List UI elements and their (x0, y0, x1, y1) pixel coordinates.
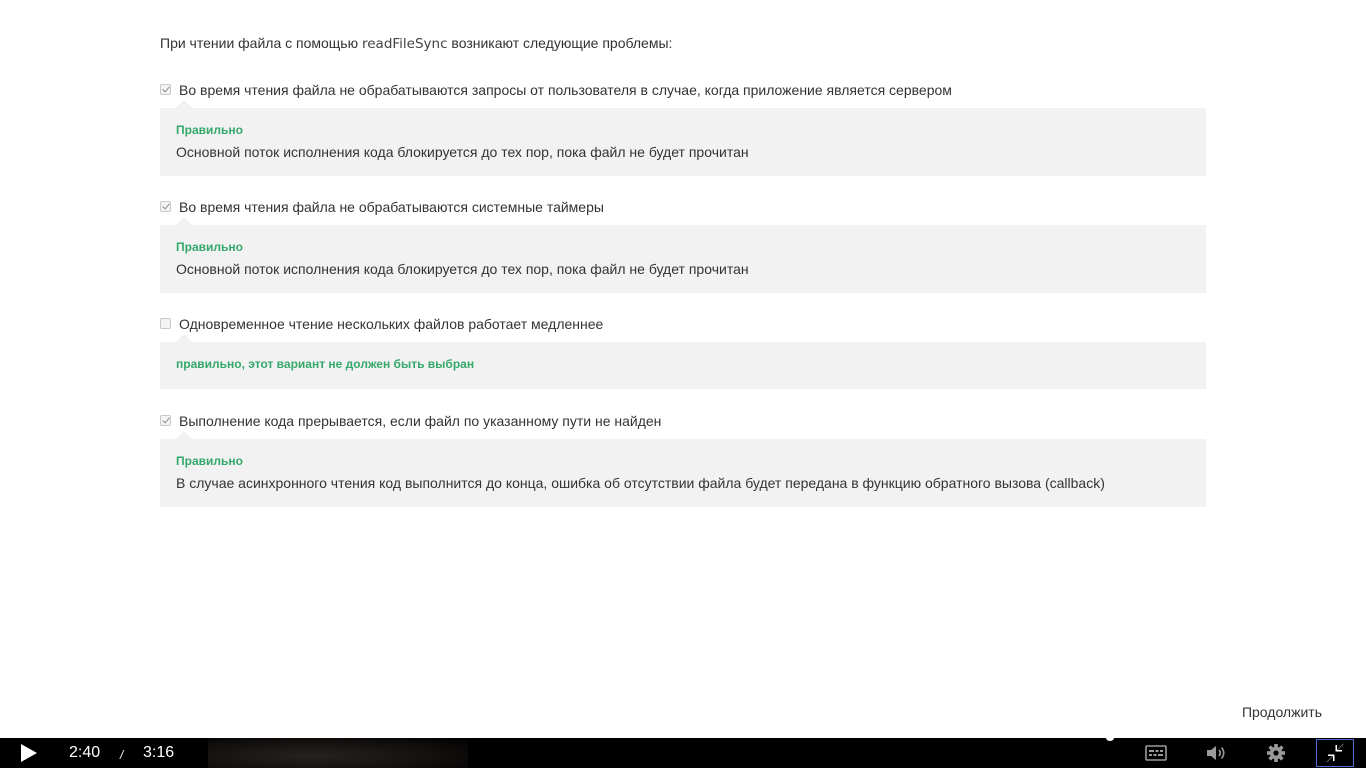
progress-scrubber-handle[interactable] (1106, 738, 1114, 741)
exit-fullscreen-icon (1326, 743, 1344, 763)
option-checkbox[interactable] (160, 200, 171, 212)
question-prefix: При чтении файла с помощью (160, 35, 362, 51)
question-suffix: возникают следующие проблемы: (447, 35, 673, 51)
option-feedback: Правильно В случае асинхронного чтения к… (160, 431, 1206, 507)
feedback-explanation: Основной поток исполнения кода блокирует… (176, 261, 749, 277)
captions-button[interactable] (1144, 742, 1168, 764)
feedback-explanation: Основной поток исполнения кода блокирует… (176, 144, 749, 160)
option-checkbox[interactable] (160, 414, 171, 426)
option-feedback: правильно, этот вариант не должен быть в… (160, 334, 1206, 389)
option-1: Во время чтения файла не обрабатываются … (160, 81, 1206, 176)
option-2: Во время чтения файла не обрабатываются … (160, 198, 1206, 293)
time-separator: / (120, 748, 124, 762)
option-label: Выполнение кода прерывается, если файл п… (179, 413, 662, 429)
feedback-explanation: В случае асинхронного чтения код выполни… (176, 475, 1105, 491)
quiz-container: При чтении файла с помощью readFileSync … (160, 34, 1206, 507)
question-text: При чтении файла с помощью readFileSync … (160, 34, 1206, 52)
option-feedback: Правильно Основной поток исполнения кода… (160, 217, 1206, 293)
current-time: 2:40 (69, 744, 101, 761)
option-3: Одновременное чтение нескольких файлов р… (160, 315, 1206, 389)
option-row[interactable]: Выполнение кода прерывается, если файл п… (160, 412, 1206, 430)
option-label: Во время чтения файла не обрабатываются … (179, 82, 952, 98)
option-row[interactable]: Во время чтения файла не обрабатываются … (160, 81, 1206, 99)
gear-icon (1267, 744, 1285, 762)
option-row[interactable]: Одновременное чтение нескольких файлов р… (160, 315, 1206, 333)
total-time: 3:16 (143, 744, 175, 761)
exit-fullscreen-button[interactable] (1316, 739, 1354, 767)
volume-icon (1207, 746, 1225, 760)
play-icon (21, 744, 37, 762)
option-feedback: Правильно Основной поток исполнения кода… (160, 100, 1206, 176)
volume-button[interactable] (1204, 742, 1228, 764)
option-checkbox[interactable] (160, 317, 171, 329)
feedback-verdict: Правильно (176, 123, 243, 137)
feedback-verdict: правильно, этот вариант не должен быть в… (176, 357, 475, 371)
video-frame-background (208, 738, 468, 768)
option-label: Одновременное чтение нескольких файлов р… (179, 316, 604, 332)
option-checkbox[interactable] (160, 83, 171, 95)
continue-button[interactable]: Продолжить (1242, 704, 1322, 720)
feedback-verdict: Правильно (176, 240, 243, 254)
option-row[interactable]: Во время чтения файла не обрабатываются … (160, 198, 1206, 216)
settings-button[interactable] (1264, 742, 1288, 764)
option-4: Выполнение кода прерывается, если файл п… (160, 412, 1206, 507)
video-player-controls: 2:40 / 3:16 (0, 738, 1366, 768)
captions-icon (1145, 745, 1167, 761)
question-code: readFileSync (362, 36, 448, 52)
option-label: Во время чтения файла не обрабатываются … (179, 199, 604, 215)
quiz-page: При чтении файла с помощью readFileSync … (0, 0, 1366, 768)
play-button[interactable] (18, 743, 40, 763)
feedback-verdict: Правильно (176, 454, 243, 468)
